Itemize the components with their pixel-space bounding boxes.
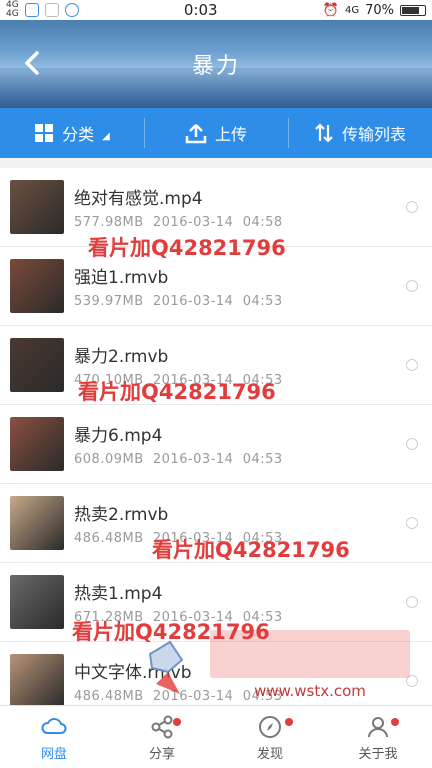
tab-disk[interactable]: 网盘 <box>0 706 108 768</box>
select-radio[interactable] <box>406 596 418 608</box>
alarm-icon: ⏰ <box>322 2 339 18</box>
file-name: 热卖2.rmvb <box>74 505 169 525</box>
battery-icon <box>399 4 426 16</box>
tab-disk-label: 网盘 <box>40 746 67 762</box>
transfer-arrows-icon <box>315 123 333 143</box>
file-size: 539.97MB <box>74 294 144 309</box>
file-time: 04:53 <box>242 452 283 467</box>
file-row[interactable]: 暴力6.mp4 608.09MB 2016-03-14 04:53 <box>0 405 432 484</box>
file-name: 暴力2.rmvb <box>74 347 169 367</box>
file-thumbnail <box>10 496 64 550</box>
clock: 0:03 <box>183 1 218 19</box>
file-time: 04:53 <box>242 294 283 309</box>
compass-icon <box>259 715 281 738</box>
alarm-notification-icon <box>64 3 79 17</box>
file-size: 577.98MB <box>74 215 144 230</box>
bottom-tab-bar: 网盘 分享 发现 关于我 <box>0 705 432 768</box>
tab-share[interactable]: 分享 <box>108 706 216 768</box>
toolbar: 分类 ◢ 上传 传输列表 <box>0 108 432 158</box>
battery-percent: 70% <box>365 2 394 18</box>
back-arrow-icon[interactable] <box>18 48 48 78</box>
file-thumbnail <box>10 259 64 313</box>
site-url: www.wstx.com <box>254 682 366 700</box>
cloud-icon <box>41 717 67 734</box>
upload-label: 上传 <box>214 125 247 144</box>
signal-indicator: 4G 4G <box>6 0 19 19</box>
cloud-notification-icon <box>44 3 59 17</box>
file-size: 486.48MB <box>74 531 144 546</box>
about-notification-dot <box>390 718 399 726</box>
select-radio[interactable] <box>406 359 418 371</box>
category-button[interactable]: 分类 ◢ <box>0 108 144 158</box>
file-time: 04:58 <box>242 215 283 230</box>
file-name: 热卖1.mp4 <box>74 584 163 604</box>
file-thumbnail <box>10 338 64 392</box>
site-watermark-logo: www.wstx.com <box>148 630 410 700</box>
tab-about-label: 关于我 <box>358 746 398 762</box>
file-info: 绝对有感觉.mp4 577.98MB 2016-03-14 04:58 <box>74 184 406 230</box>
file-meta: 577.98MB 2016-03-14 04:58 <box>74 215 406 230</box>
file-name: 绝对有感觉.mp4 <box>74 189 203 209</box>
watermark-text: 看片加Q42821796 <box>152 538 350 562</box>
share-notification-dot <box>172 718 181 726</box>
file-size: 486.48MB <box>74 689 144 704</box>
tab-discover[interactable]: 发现 <box>216 706 324 768</box>
grid-icon <box>35 124 54 142</box>
file-info: 强迫1.rmvb 539.97MB 2016-03-14 04:53 <box>74 263 406 309</box>
file-meta: 539.97MB 2016-03-14 04:53 <box>74 294 406 309</box>
network-type: 4G <box>344 4 360 16</box>
file-thumbnail <box>10 417 64 471</box>
file-thumbnail <box>10 575 64 629</box>
select-radio[interactable] <box>406 201 418 213</box>
app-notification-icon <box>24 3 39 17</box>
file-date: 2016-03-14 <box>152 215 234 230</box>
dropdown-triangle-icon: ◢ <box>102 130 110 142</box>
transfer-label: 传输列表 <box>341 125 406 144</box>
tab-discover-label: 发现 <box>256 746 283 762</box>
header: 暴力 <box>0 20 432 108</box>
tab-about[interactable]: 关于我 <box>324 706 432 768</box>
file-date: 2016-03-14 <box>152 294 234 309</box>
upload-icon <box>185 124 207 144</box>
file-thumbnail <box>10 180 64 234</box>
watermark-text: 看片加Q42821796 <box>78 380 276 404</box>
discover-notification-dot <box>285 718 294 726</box>
share-icon <box>151 715 173 738</box>
file-info: 暴力6.mp4 608.09MB 2016-03-14 04:53 <box>74 421 406 467</box>
file-meta: 608.09MB 2016-03-14 04:53 <box>74 452 406 467</box>
file-name: 暴力6.mp4 <box>74 426 163 446</box>
file-date: 2016-03-14 <box>152 452 234 467</box>
select-radio[interactable] <box>406 438 418 450</box>
watermark-text: 看片加Q42821796 <box>88 236 286 260</box>
select-radio[interactable] <box>406 517 418 529</box>
file-thumbnail <box>10 654 64 708</box>
file-size: 608.09MB <box>74 452 144 467</box>
upload-button[interactable]: 上传 <box>144 108 288 158</box>
transfer-list-button[interactable]: 传输列表 <box>288 108 432 158</box>
status-bar: 4G 4G 0:03 ⏰ 4G 70% <box>0 0 432 20</box>
select-radio[interactable] <box>406 280 418 292</box>
tab-share-label: 分享 <box>148 746 175 762</box>
user-icon <box>368 716 388 737</box>
category-label: 分类 <box>62 125 95 144</box>
file-name: 强迫1.rmvb <box>74 268 169 288</box>
page-title: 暴力 <box>191 54 240 79</box>
